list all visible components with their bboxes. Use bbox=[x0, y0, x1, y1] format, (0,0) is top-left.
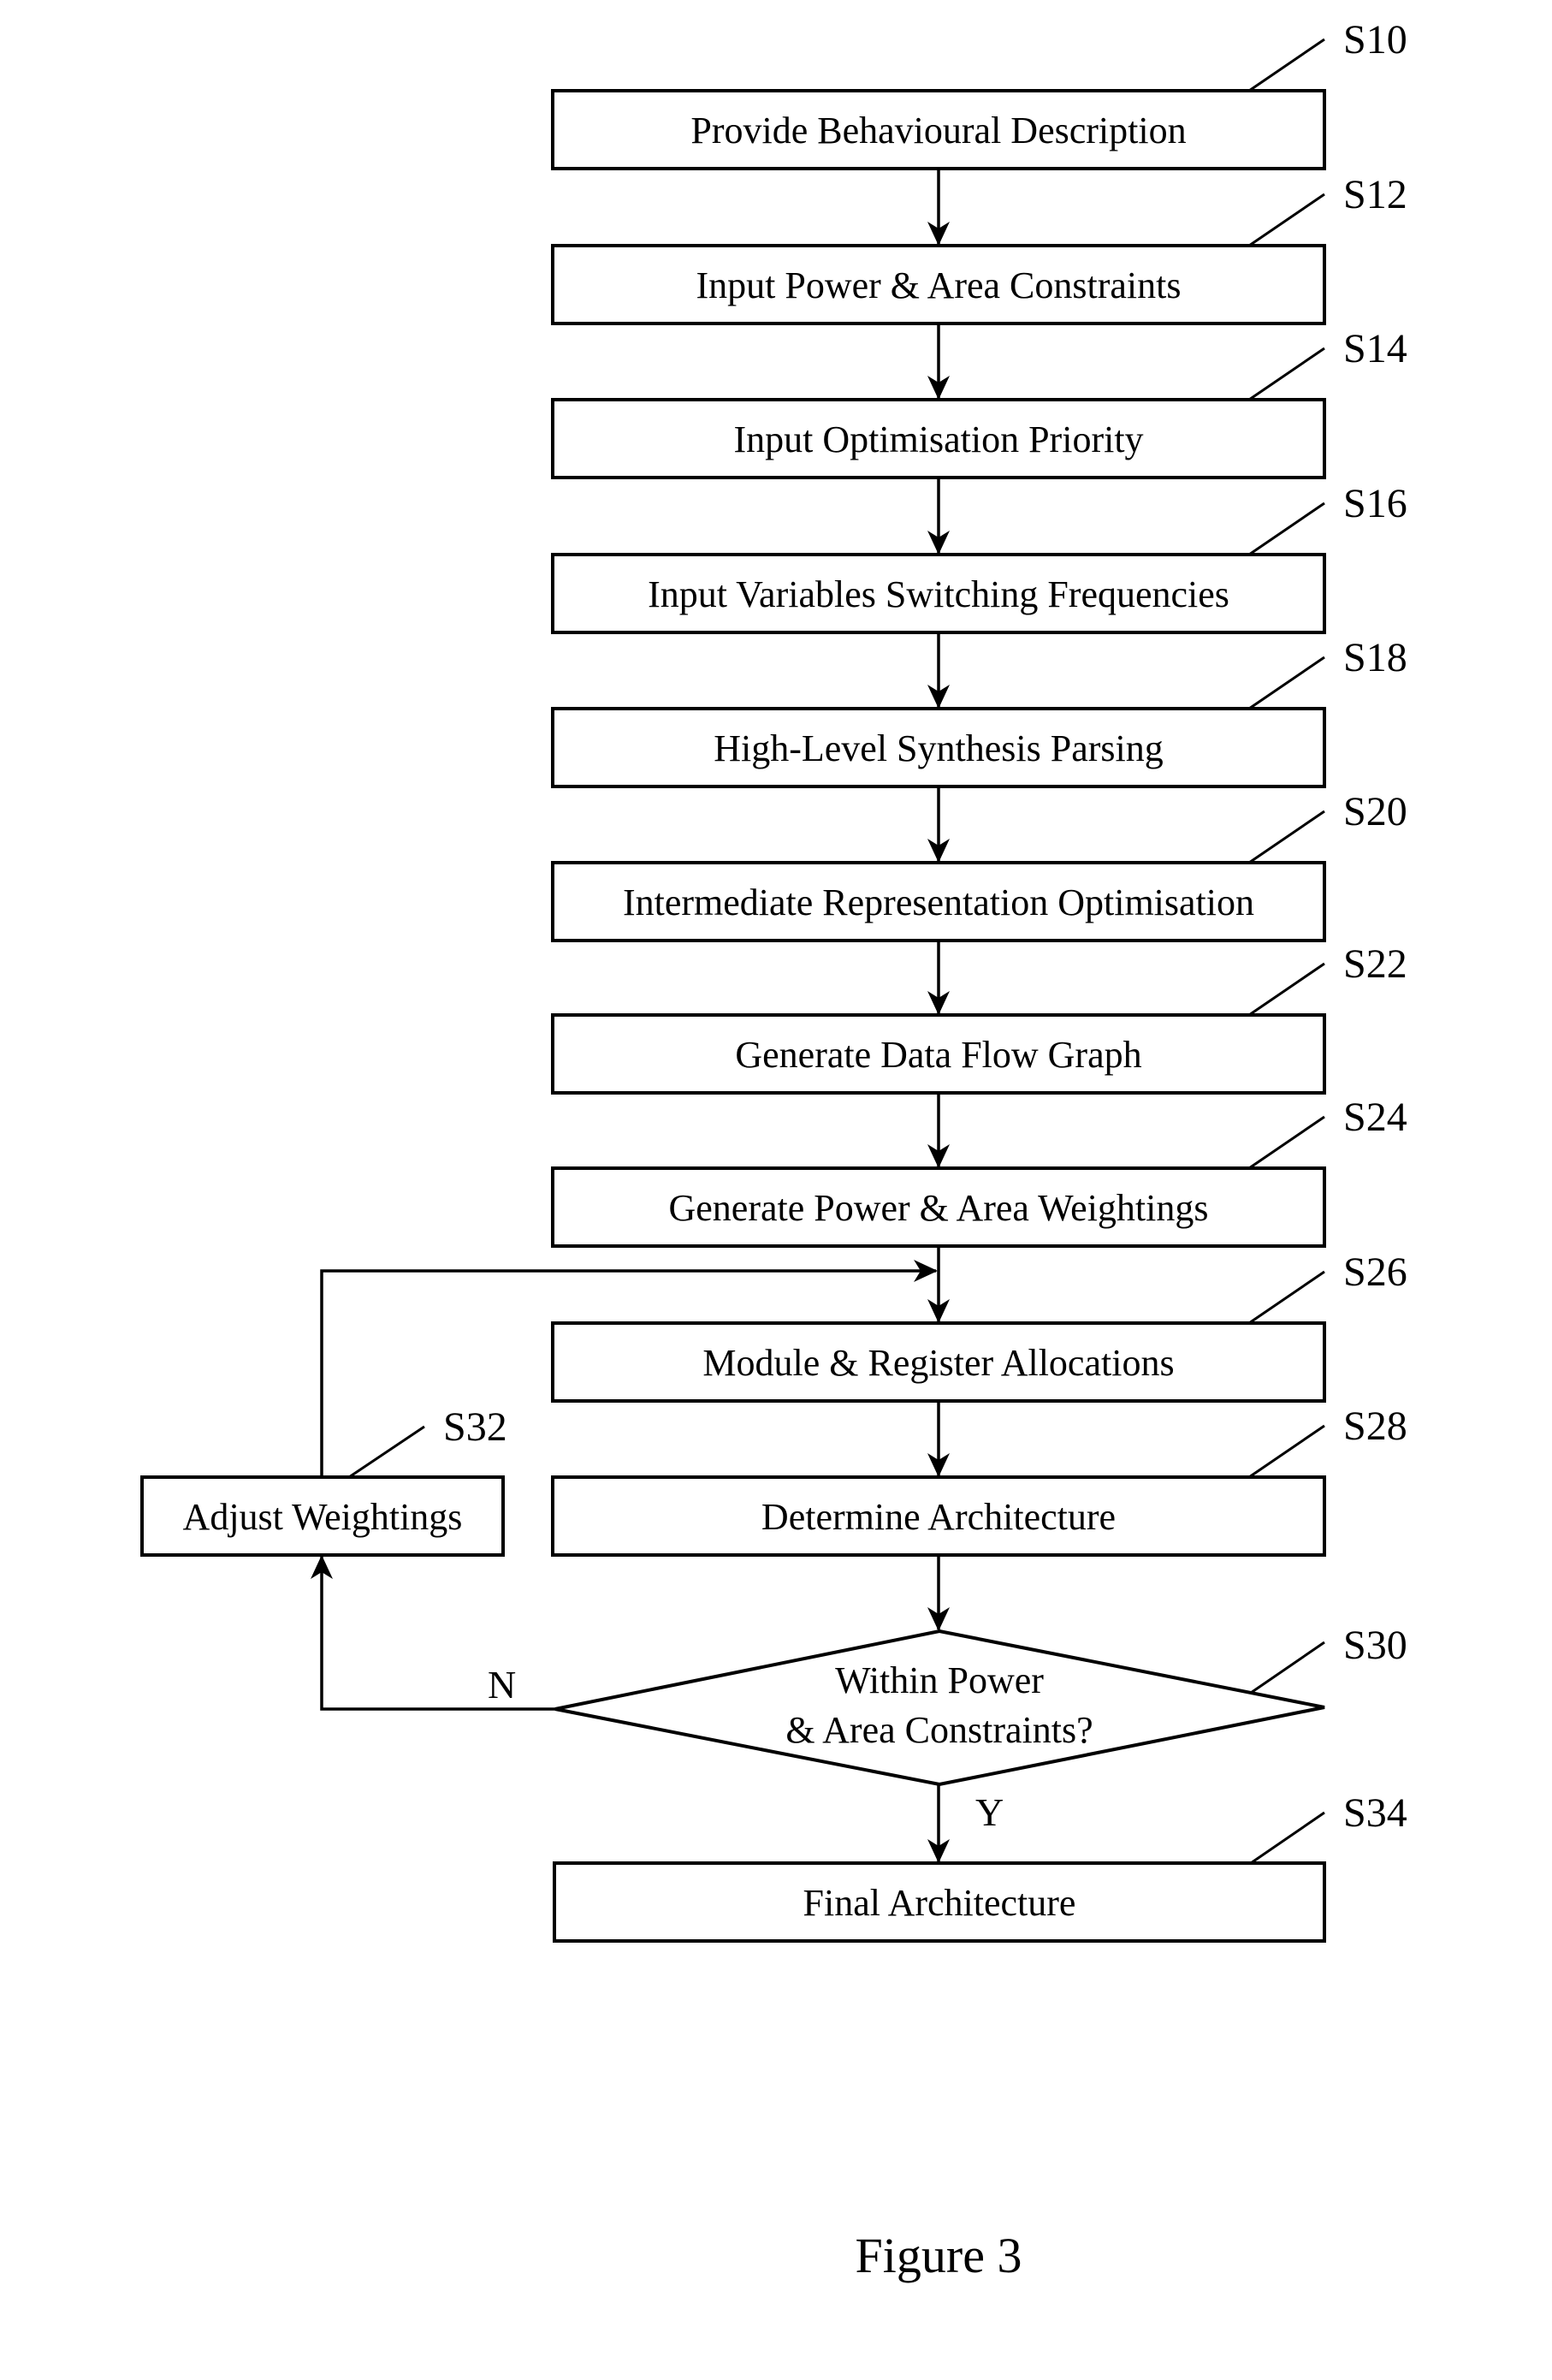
ref-label: S28 bbox=[1343, 1404, 1407, 1449]
process-box-text: Provide Behavioural Description bbox=[690, 110, 1186, 151]
leader-line bbox=[1248, 347, 1325, 401]
step-s24: Generate Power & Area Weightings S24 bbox=[551, 1095, 1407, 1323]
leader-line bbox=[1248, 502, 1325, 556]
ref-label-s34: S34 bbox=[1343, 1790, 1407, 1836]
decision-s30: Within Power & Area Constraints? S30 bbox=[554, 1623, 1407, 1787]
step-s28: Determine Architecture S28 bbox=[551, 1404, 1407, 1557]
no-label: N bbox=[488, 1663, 516, 1706]
yes-label: Y bbox=[975, 1790, 1004, 1834]
step-s12: Input Power & Area Constraints S12 bbox=[551, 172, 1407, 400]
arrow-no bbox=[311, 1555, 555, 1711]
ref-label: S24 bbox=[1343, 1095, 1407, 1140]
decision-text-line2: & Area Constraints? bbox=[785, 1709, 1093, 1751]
leader-line bbox=[1248, 810, 1325, 864]
step-s10: Provide Behavioural Description S10 bbox=[551, 17, 1407, 246]
process-box-text: Input Power & Area Constraints bbox=[696, 264, 1181, 306]
step-s32: Adjust Weightings S32 bbox=[140, 1404, 507, 1557]
step-s22: Generate Data Flow Graph S22 bbox=[551, 941, 1407, 1168]
final-architecture-text: Final Architecture bbox=[803, 1882, 1076, 1924]
flowchart: Provide Behavioural Description S10 Input … bbox=[140, 17, 1407, 2283]
leader-line bbox=[1248, 193, 1325, 247]
ref-label: S18 bbox=[1343, 635, 1407, 680]
leader-line bbox=[1248, 1270, 1325, 1325]
decision-text-line1: Within Power bbox=[835, 1659, 1044, 1701]
leader-line bbox=[1248, 656, 1325, 710]
ref-label-s32: S32 bbox=[443, 1404, 507, 1450]
step-s14: Input Optimisation Priority S14 bbox=[551, 326, 1407, 555]
process-box-text: Determine Architecture bbox=[761, 1496, 1116, 1538]
process-box-text: Intermediate Representation Optimisation bbox=[623, 881, 1254, 923]
step-s18: High-Level Synthesis Parsing S18 bbox=[551, 635, 1407, 863]
leader-line bbox=[1248, 962, 1325, 1017]
ref-label: S16 bbox=[1343, 481, 1407, 526]
figure-caption: Figure 3 bbox=[856, 2228, 1022, 2283]
step-s20: Intermediate Representation Optimisation… bbox=[551, 789, 1407, 1015]
leader-line-s34 bbox=[1250, 1811, 1325, 1865]
leader-line bbox=[1248, 1424, 1325, 1479]
ref-label: S26 bbox=[1343, 1249, 1407, 1295]
process-box-text: Input Optimisation Priority bbox=[733, 418, 1143, 460]
ref-label: S20 bbox=[1343, 789, 1407, 834]
leader-line bbox=[1248, 38, 1325, 92]
ref-label: S14 bbox=[1343, 326, 1407, 371]
ref-label: S10 bbox=[1343, 17, 1407, 62]
leader-line-s30 bbox=[1250, 1641, 1325, 1694]
step-s26: Module & Register Allocations S26 bbox=[551, 1249, 1407, 1477]
process-box-text: Generate Power & Area Weightings bbox=[668, 1187, 1208, 1229]
step-s16: Input Variables Switching Frequencies S16 bbox=[551, 481, 1407, 709]
decision-diamond bbox=[554, 1629, 1325, 1787]
process-box-text: Module & Register Allocations bbox=[702, 1342, 1174, 1384]
adjust-weightings-text: Adjust Weightings bbox=[183, 1496, 463, 1538]
leader-line-s32 bbox=[348, 1425, 425, 1479]
process-box-text: Generate Data Flow Graph bbox=[735, 1034, 1141, 1076]
ref-label: S12 bbox=[1343, 172, 1407, 217]
process-box-text: High-Level Synthesis Parsing bbox=[714, 727, 1164, 769]
ref-label-s30: S30 bbox=[1343, 1623, 1407, 1668]
process-box-text: Input Variables Switching Frequencies bbox=[648, 573, 1229, 615]
ref-label: S22 bbox=[1343, 941, 1407, 987]
leader-line bbox=[1248, 1115, 1325, 1170]
